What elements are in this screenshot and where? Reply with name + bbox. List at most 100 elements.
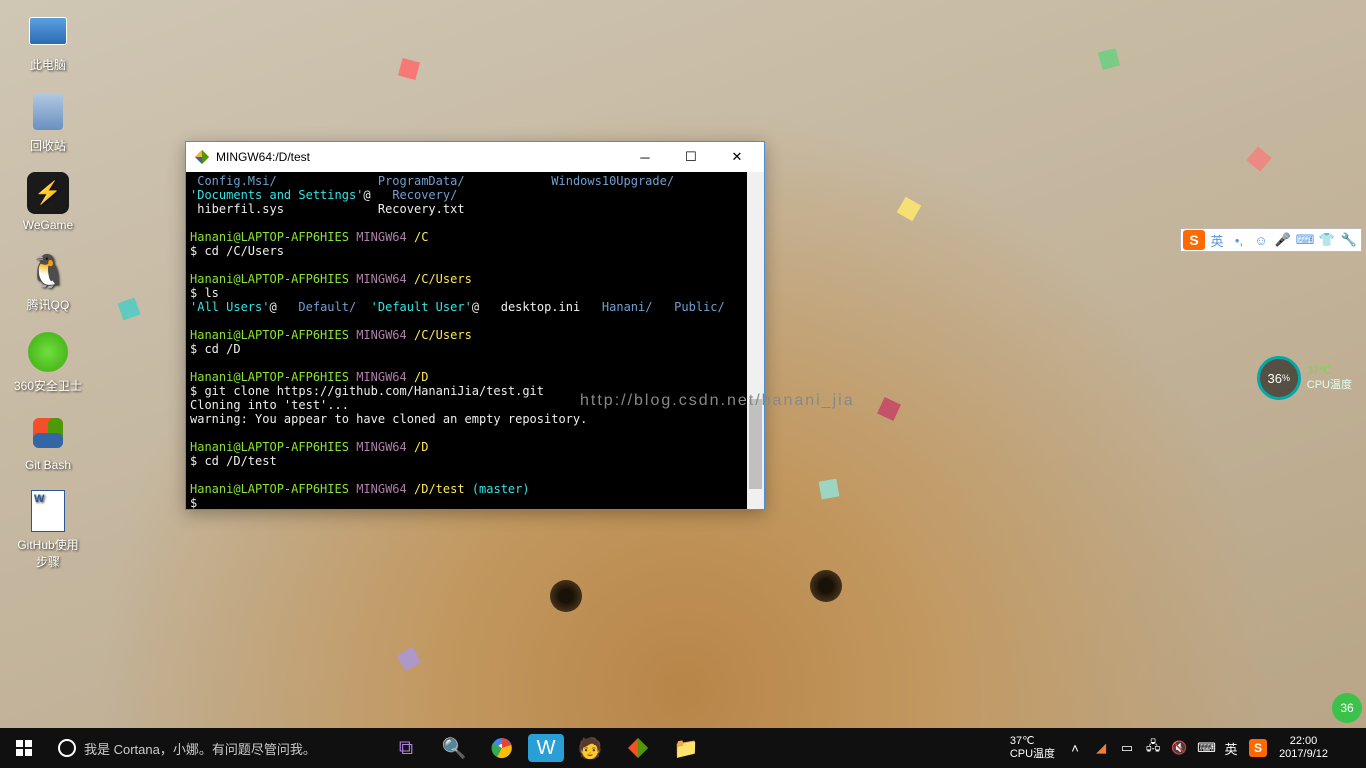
tray-ime-indicator[interactable]: ⌨ — [1197, 740, 1213, 756]
term-text: 'All Users' — [190, 300, 269, 314]
cortana-placeholder: 我是 Cortana，小娜。有问题尽管问我。 — [84, 739, 316, 758]
minimize-button[interactable]: ─ — [622, 143, 668, 171]
tray-overflow-icon[interactable]: ˄ — [1067, 741, 1083, 756]
cpu-ring: 36% — [1257, 356, 1301, 400]
cpu-pct-suffix: % — [1282, 373, 1290, 383]
git-bash-icon — [627, 737, 649, 759]
ime-tool-icon[interactable]: 🔧 — [1339, 230, 1359, 250]
term-cmd: $ — [190, 496, 760, 509]
cpu-temp-value: 37℃ — [1307, 364, 1352, 378]
desktop-icon-360[interactable]: 360安全卫士 — [10, 331, 86, 394]
360-pill[interactable]: 36 — [1332, 693, 1362, 723]
term-text: Recovery.txt — [378, 202, 465, 216]
qq-icon: 🐧 — [27, 250, 69, 292]
icon-label: 360安全卫士 — [10, 377, 86, 394]
term-shell: MINGW64 — [356, 370, 407, 384]
term-path: /C/Users — [414, 272, 472, 286]
term-shell: MINGW64 — [356, 272, 407, 286]
term-output: Cloning into 'test'... — [190, 398, 760, 412]
tray-battery-icon[interactable]: ▭ — [1119, 740, 1135, 756]
tray-network-icon[interactable]: 🖧 — [1145, 737, 1161, 759]
term-user: Hanani@LAPTOP-AFP6HIES — [190, 482, 349, 496]
word-doc-icon — [27, 490, 69, 532]
term-user: Hanani@LAPTOP-AFP6HIES — [190, 230, 349, 244]
tray-icons: ˄ ◢ ▭ 🖧 🔇 ⌨ 英 S — [1067, 737, 1267, 759]
confetti — [1246, 146, 1271, 171]
task-everything[interactable]: 🔍 — [430, 728, 478, 768]
desktop-icon-github-doc[interactable]: GitHub使用 步骤 — [10, 490, 86, 570]
pc-icon — [27, 10, 69, 52]
scrollbar[interactable] — [747, 172, 764, 509]
start-button[interactable] — [0, 728, 48, 768]
term-text: hiberfil.sys — [190, 202, 284, 216]
desktop-icon-this-pc[interactable]: 此电脑 — [10, 10, 86, 73]
task-file-explorer[interactable]: 📁 — [662, 728, 710, 768]
terminal-body[interactable]: Config.Msi/ ProgramData/ Windows10Upgrad… — [186, 172, 764, 509]
tray-onedrive-icon[interactable]: ◢ — [1093, 740, 1109, 756]
desktop-icon-wegame[interactable]: ⚡ WeGame — [10, 172, 86, 232]
clock-date: 2017/9/12 — [1279, 748, 1328, 761]
desktop-icon-recycle-bin[interactable]: 回收站 — [10, 91, 86, 154]
tray-sogou-icon[interactable]: S — [1249, 739, 1267, 757]
desktop-icon-git-bash[interactable]: Git Bash — [10, 412, 86, 472]
ime-lang[interactable]: 英 — [1207, 230, 1227, 250]
ime-mic-icon[interactable]: 🎤 — [1273, 230, 1293, 250]
ime-keyboard-icon[interactable]: ⌨ — [1295, 230, 1315, 250]
wallpaper-dog-eye — [550, 580, 582, 612]
term-text: Recovery/ — [392, 188, 457, 202]
term-cmd: $ cd /D/test — [190, 454, 760, 468]
term-user: Hanani@LAPTOP-AFP6HIES — [190, 370, 349, 384]
confetti — [397, 647, 422, 672]
confetti — [1098, 48, 1120, 70]
term-text: @ — [472, 300, 479, 314]
cpu-label-block: 37℃ CPU温度 — [1307, 364, 1352, 392]
titlebar[interactable]: MINGW64:/D/test ─ ☐ ✕ — [186, 142, 764, 172]
term-path: /C — [414, 230, 428, 244]
term-shell: MINGW64 — [356, 230, 407, 244]
360-icon — [27, 331, 69, 373]
term-user: Hanani@LAPTOP-AFP6HIES — [190, 328, 349, 342]
maximize-button[interactable]: ☐ — [668, 143, 714, 171]
term-path: /D — [414, 440, 428, 454]
term-text: Default/ — [298, 300, 356, 314]
term-shell: MINGW64 — [356, 482, 407, 496]
task-avatar[interactable]: 🧑 — [566, 728, 614, 768]
tray-cpu-temp[interactable]: 37℃ CPU温度 — [1002, 735, 1063, 761]
icon-label: GitHub使用 步骤 — [10, 536, 86, 570]
task-chrome[interactable] — [478, 728, 526, 768]
cpu-temp-widget[interactable]: 36% 37℃ CPU温度 — [1257, 356, 1352, 400]
tray-volume-icon[interactable]: 🔇 — [1171, 740, 1187, 756]
term-cmd: $ git clone https://github.com/HananiJia… — [190, 384, 760, 398]
cortana-icon — [58, 739, 76, 757]
term-branch: (master) — [472, 482, 530, 496]
tray-ime-lang[interactable]: 英 — [1223, 739, 1239, 758]
confetti — [897, 197, 922, 222]
scrollbar-thumb[interactable] — [749, 399, 762, 489]
term-text: ProgramData/ — [378, 174, 465, 188]
term-cmd: $ cd /D — [190, 342, 760, 356]
task-visual-studio[interactable]: ⧉ — [382, 728, 430, 768]
terminal-window: MINGW64:/D/test ─ ☐ ✕ Config.Msi/ Progra… — [185, 141, 765, 510]
ime-toolbar[interactable]: S 英 •, ☺ 🎤 ⌨ 👕 🔧 — [1180, 228, 1362, 252]
tray-temp-value: 37℃ — [1010, 735, 1055, 748]
icon-label: WeGame — [10, 218, 86, 232]
close-button[interactable]: ✕ — [714, 143, 760, 171]
taskbar-clock[interactable]: 22:00 2017/9/12 — [1271, 735, 1336, 761]
term-text: Windows10Upgrade/ — [551, 174, 674, 188]
task-git-bash[interactable] — [614, 728, 662, 768]
icon-label: 回收站 — [10, 137, 86, 154]
cpu-pct: 36 — [1268, 371, 1282, 386]
sogou-icon[interactable]: S — [1183, 230, 1205, 250]
term-cmd: $ ls — [190, 286, 760, 300]
task-app-blue[interactable]: W — [528, 734, 564, 762]
ime-skin-icon[interactable]: 👕 — [1317, 230, 1337, 250]
ime-emoji-icon[interactable]: ☺ — [1251, 230, 1271, 250]
term-path: /D/test — [414, 482, 465, 496]
system-tray: 37℃ CPU温度 ˄ ◢ ▭ 🖧 🔇 ⌨ 英 S 22:00 2017/9/1… — [1002, 728, 1366, 768]
term-text: desktop.ini — [501, 300, 580, 314]
term-user: Hanani@LAPTOP-AFP6HIES — [190, 440, 349, 454]
ime-punct-icon[interactable]: •, — [1229, 230, 1249, 250]
cortana-search[interactable]: 我是 Cortana，小娜。有问题尽管问我。 — [48, 728, 378, 768]
clock-time: 22:00 — [1279, 735, 1328, 748]
desktop-icon-qq[interactable]: 🐧 腾讯QQ — [10, 250, 86, 313]
